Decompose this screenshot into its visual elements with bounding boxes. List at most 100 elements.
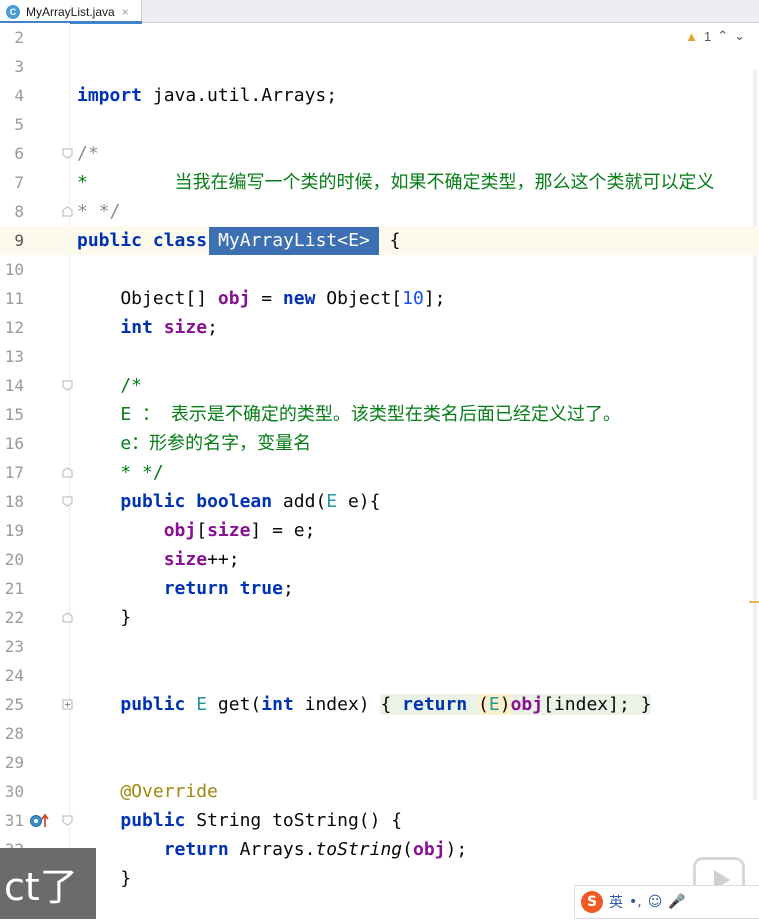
code-text: public E get(int index) { return (E)obj[… bbox=[120, 694, 652, 715]
java-class-icon: C bbox=[6, 4, 20, 19]
code-text: obj[size] = e; bbox=[163, 520, 316, 541]
subtitle-overlay: ct了 bbox=[0, 848, 96, 919]
code-text: * 当我在编写一个类的时候，如果不确定类型，那么这个类就可以定义 bbox=[77, 172, 715, 193]
code-line: 17 * */ bbox=[0, 458, 759, 487]
code-line: 29 bbox=[0, 748, 759, 777]
code-line: 32 return Arrays.toString(obj); bbox=[0, 835, 759, 864]
ime-toolbar[interactable]: S 英 •, ☺ 🎤 bbox=[574, 885, 759, 919]
code-line: 21 return true; bbox=[0, 574, 759, 603]
line-number: 10 bbox=[4, 260, 24, 279]
override-marker-icon[interactable] bbox=[29, 813, 49, 829]
code-line: 23 bbox=[0, 632, 759, 661]
close-icon[interactable]: × bbox=[122, 5, 129, 19]
line-number: 9 bbox=[14, 231, 24, 250]
code-line: 28 bbox=[0, 719, 759, 748]
line-number: 3 bbox=[14, 57, 24, 76]
code-line: 18 public boolean add(E e){ bbox=[0, 487, 759, 516]
code-line: 15 E ： 表示是不确定的类型。该类型在类名后面已经定义过了。 bbox=[0, 400, 759, 429]
tab-label: MyArrayList.java bbox=[26, 4, 115, 19]
code-text: import java.util.Arrays; bbox=[77, 85, 338, 106]
line-number: 12 bbox=[4, 318, 24, 337]
ime-language-toggle[interactable]: 英 bbox=[609, 892, 623, 912]
code-line: 31 public String toString() { bbox=[0, 806, 759, 835]
fold-icon[interactable] bbox=[62, 815, 73, 826]
code-text: /* bbox=[77, 143, 99, 164]
line-number: 20 bbox=[4, 550, 24, 569]
code-line: 5 bbox=[0, 110, 759, 139]
line-number: 31 bbox=[4, 811, 24, 830]
code-text: Object[] obj = new Object[10]; bbox=[77, 288, 446, 309]
code-line: 20 size++; bbox=[0, 545, 759, 574]
line-number: 7 bbox=[14, 173, 24, 192]
line-number: 4 bbox=[14, 86, 24, 105]
code-line: 16 e：形参的名字，变量名 bbox=[0, 429, 759, 458]
editor-tab-bar: C MyArrayList.java × bbox=[0, 0, 759, 24]
fold-icon[interactable] bbox=[62, 206, 73, 217]
code-text: E ： 表示是不确定的类型。该类型在类名后面已经定义过了。 bbox=[77, 404, 621, 425]
code-line: 4 import java.util.Arrays; bbox=[0, 81, 759, 110]
sogou-logo-icon[interactable]: S bbox=[581, 891, 603, 913]
code-line: 22 } bbox=[0, 603, 759, 632]
code-line: 24 bbox=[0, 661, 759, 690]
code-line-current: 9 public class MyArrayList<E> { bbox=[0, 226, 759, 255]
code-editor[interactable]: 2 3 4 import java.util.Arrays; 5 6 /* 7 … bbox=[0, 23, 759, 922]
code-text: public class MyArrayList<E> { bbox=[77, 227, 400, 255]
code-text: @Override bbox=[77, 781, 218, 802]
code-text: int size; bbox=[120, 317, 218, 338]
code-line: 2 bbox=[0, 23, 759, 52]
code-text: * */ bbox=[77, 462, 164, 483]
code-line: 10 bbox=[0, 255, 759, 284]
code-line: 12 int size; bbox=[0, 313, 759, 342]
fold-icon[interactable] bbox=[62, 467, 73, 478]
code-line: 25 public E get(int index) { return (E)o… bbox=[0, 690, 759, 719]
line-number: 6 bbox=[14, 144, 24, 163]
code-line: 14 /* bbox=[0, 371, 759, 400]
line-number: 5 bbox=[14, 115, 24, 134]
code-text: e：形参的名字，变量名 bbox=[77, 433, 312, 454]
code-text: } bbox=[77, 607, 132, 628]
code-line: 30 @Override bbox=[0, 777, 759, 806]
line-number: 29 bbox=[4, 753, 24, 772]
line-number: 13 bbox=[4, 347, 24, 366]
class-name-highlight[interactable]: MyArrayList<E> bbox=[209, 227, 379, 255]
line-number: 19 bbox=[4, 521, 24, 540]
line-number: 2 bbox=[14, 28, 24, 47]
line-number: 22 bbox=[4, 608, 24, 627]
code-text: return true; bbox=[163, 578, 294, 599]
fold-icon[interactable] bbox=[62, 612, 73, 623]
code-line: 6 /* bbox=[0, 139, 759, 168]
microphone-icon[interactable]: 🎤 bbox=[668, 894, 685, 910]
code-text: public String toString() { bbox=[120, 810, 403, 831]
fold-icon[interactable] bbox=[62, 148, 73, 159]
line-number: 23 bbox=[4, 637, 24, 656]
emoji-icon[interactable]: ☺ bbox=[648, 894, 663, 910]
code-text: * */ bbox=[77, 201, 121, 222]
line-number: 11 bbox=[4, 289, 24, 308]
fold-icon[interactable] bbox=[62, 496, 73, 507]
expand-fold-icon[interactable] bbox=[62, 699, 73, 710]
code-line: 7 * 当我在编写一个类的时候，如果不确定类型，那么这个类就可以定义 bbox=[0, 168, 759, 197]
code-text: size++; bbox=[163, 549, 240, 570]
line-number: 14 bbox=[4, 376, 24, 395]
line-number: 24 bbox=[4, 666, 24, 685]
code-line: 19 obj[size] = e; bbox=[0, 516, 759, 545]
tab-myarraylist[interactable]: C MyArrayList.java × bbox=[0, 0, 142, 24]
line-number: 17 bbox=[4, 463, 24, 482]
code-text: /* bbox=[77, 375, 143, 396]
ime-punctuation-toggle[interactable]: •, bbox=[629, 894, 642, 910]
fold-icon[interactable] bbox=[62, 380, 73, 391]
line-number: 21 bbox=[4, 579, 24, 598]
line-number: 28 bbox=[4, 724, 24, 743]
line-number: 15 bbox=[4, 405, 24, 424]
line-number: 16 bbox=[4, 434, 24, 453]
line-number: 25 bbox=[4, 695, 24, 714]
code-line: 11 Object[] obj = new Object[10]; bbox=[0, 284, 759, 313]
line-number: 18 bbox=[4, 492, 24, 511]
code-text: return Arrays.toString(obj); bbox=[163, 839, 468, 860]
code-line: 13 bbox=[0, 342, 759, 371]
line-number: 8 bbox=[14, 202, 24, 221]
code-text: public boolean add(E e){ bbox=[120, 491, 381, 512]
code-line: 3 bbox=[0, 52, 759, 81]
folded-region[interactable]: { return (E)obj[index]; } bbox=[380, 694, 652, 715]
line-number: 30 bbox=[4, 782, 24, 801]
